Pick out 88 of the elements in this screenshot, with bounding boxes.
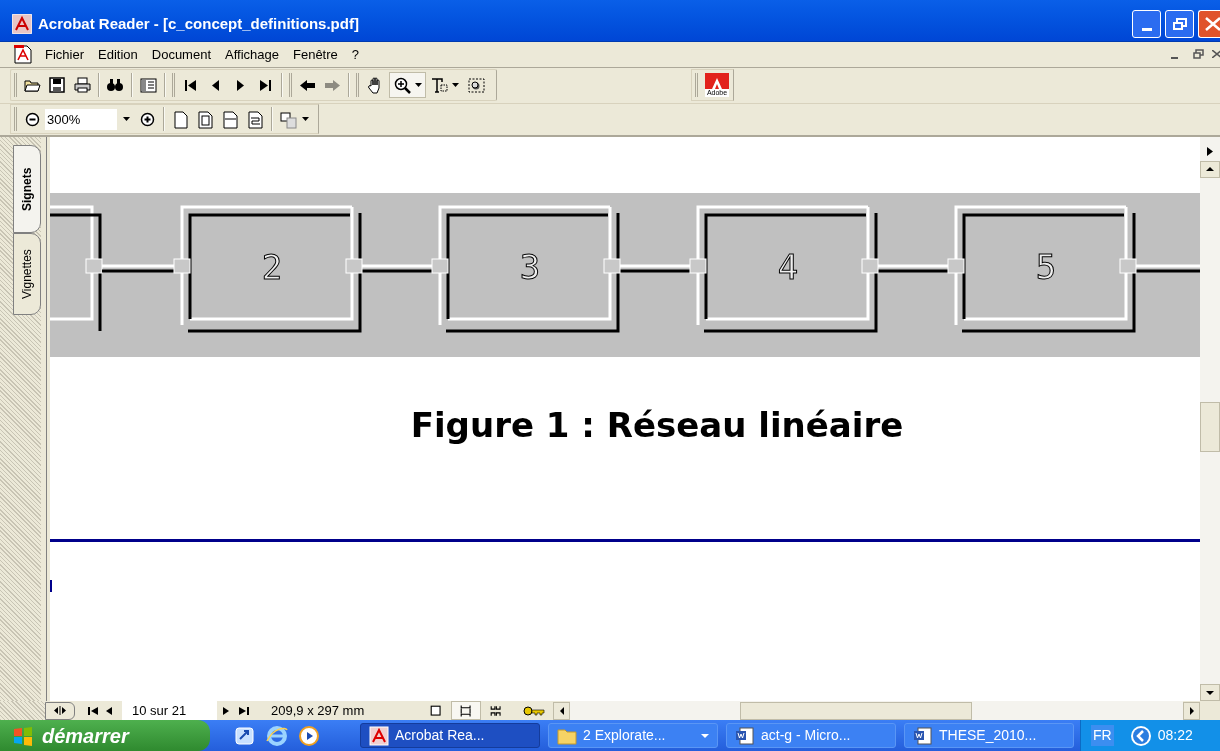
scroll-left-button[interactable] [553,701,570,720]
windows-flag-icon [12,725,34,746]
menu-item[interactable]: ? [344,44,367,65]
document-icon [735,725,755,746]
rotate-pages-icon [279,109,298,129]
save-icon [48,75,67,95]
split-button[interactable] [45,701,75,720]
fit-page-icon [196,109,215,129]
connector-line [1136,264,1200,273]
print-icon [73,75,92,95]
taskbar-button[interactable]: THESE_2010... [904,723,1074,749]
chevron-left-icon[interactable] [1129,724,1152,747]
acrobat-app-icon [12,14,32,35]
restore-icon [1192,49,1204,60]
start-button[interactable]: démarrer [0,720,210,751]
taskbar-button[interactable]: act-g - Micro... [726,723,896,749]
split-arrows-icon [54,706,66,716]
right-arrow-icon [1207,147,1213,157]
side-tab[interactable]: Vignettes [13,232,41,315]
reflow-icon [246,109,265,129]
clock: 08:22 [1157,726,1193,746]
page-icon [171,109,190,129]
snapshot-icon [467,75,486,95]
page-size-text: 209,9 x 297 mm [271,701,366,720]
caret-icon [415,83,422,88]
zoom-in-icon [393,75,412,95]
close-icon [1204,17,1220,32]
scroll-right-button[interactable] [1183,701,1200,720]
caret-icon [452,83,459,88]
restore-button[interactable] [1165,10,1194,39]
media-player-icon[interactable] [298,724,320,747]
key-icon [523,705,545,716]
continuous-page-icon [459,703,473,718]
next-page-icon [223,706,229,715]
connector-line [102,264,174,273]
document-icon [913,725,933,746]
menu-item[interactable]: Document [144,44,218,65]
scroll-up-button[interactable] [1200,160,1220,178]
node-label: 4 [777,246,799,287]
folder-icon [557,726,577,745]
left-arrow-icon [559,706,564,715]
close-icon [1212,50,1220,59]
browser-icon[interactable] [266,724,288,747]
acrobat-icon [369,725,389,746]
node-label: 5 [1035,246,1057,287]
up-arrow-icon [1206,167,1214,172]
node-label: 3 [519,246,541,287]
zoom-in-tool-button[interactable] [389,72,426,99]
connector-line [362,264,432,273]
panel-icon [139,75,158,95]
scroll-down-button[interactable] [1200,684,1220,702]
figure-caption: Figure 1 : Réseau linéaire [410,404,904,445]
desktop-shortcut-icon[interactable] [234,724,256,747]
menu-item[interactable]: Fichier [38,44,91,65]
connector-line [620,264,690,273]
scroll-thumb[interactable] [740,701,972,720]
adobe-a-icon [710,77,724,90]
restore-icon [1172,18,1187,31]
first-page-button[interactable] [85,706,101,715]
taskbar-button[interactable]: Acrobat Rea... [360,723,540,749]
node-label: 2 [261,246,283,287]
scroll-thumb[interactable] [1200,401,1220,452]
window-title: Acrobat Reader - [c_concept_definitions.pdf] [38,14,360,35]
facing-pages-icon [489,703,503,718]
down-arrow-icon [1206,690,1214,695]
menu-item[interactable]: Fenêtre [286,44,345,65]
close-button[interactable] [1198,10,1220,39]
pdf-document-icon [14,44,32,64]
connector-line [878,264,948,273]
menu-item[interactable]: Edition [91,44,145,65]
caret-icon [302,117,309,122]
single-page-icon [429,703,443,718]
right-arrow-icon [1189,706,1194,715]
last-page-icon [239,706,249,715]
side-tab[interactable]: Signets [13,144,41,233]
previous-page-icon [106,706,112,715]
text-select-icon [430,75,449,95]
zoom-field[interactable]: 300% [45,108,117,130]
taskbar-button[interactable]: 2 Explorate... [548,723,718,749]
page-indicator[interactable]: 10 sur 21 [122,701,217,721]
fit-width-icon [221,109,240,129]
continuous-page-button[interactable] [451,701,481,721]
caret-icon [122,117,130,122]
page-mark [50,579,52,592]
first-page-icon [88,706,98,715]
caret-icon [701,733,709,738]
menu-item[interactable]: Affichage [218,44,286,65]
minimize-button[interactable] [1132,10,1161,39]
